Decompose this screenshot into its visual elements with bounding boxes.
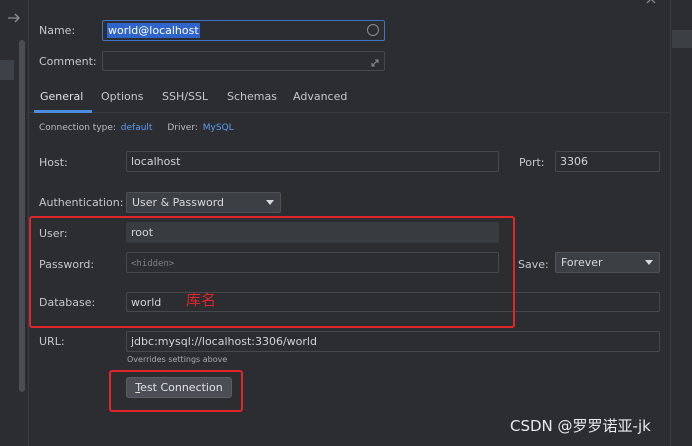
dropdown-arrow-icon	[266, 200, 274, 205]
connection-type-label: Connection type:	[39, 123, 116, 133]
tab-options[interactable]: Options	[101, 90, 143, 103]
sidebar-scrollbar[interactable]	[19, 40, 25, 392]
tab-general[interactable]: General	[34, 90, 92, 113]
watermark: CSDN @罗罗诺亚-jk	[510, 417, 651, 435]
test-connection-button[interactable]: Test Connection	[126, 377, 232, 398]
comment-field[interactable]	[102, 51, 385, 71]
port-value: 3306	[560, 155, 588, 168]
dropdown-arrow-icon	[645, 260, 653, 265]
test-connection-label: est Connection	[140, 381, 223, 394]
save-value: Forever	[561, 256, 603, 269]
tab-ssh-ssl[interactable]: SSH/SSL	[162, 90, 208, 103]
sidebar-selected-marker	[0, 60, 14, 80]
port-label: Port:	[519, 156, 545, 169]
driver-label: Driver:	[167, 123, 198, 133]
connection-info: Connection type: default Driver: MySQL	[39, 123, 234, 133]
port-field[interactable]: 3306	[555, 151, 660, 172]
authentication-value: User & Password	[132, 196, 225, 209]
left-sidebar	[0, 0, 29, 446]
name-field[interactable]: world@localhost	[102, 20, 385, 41]
authentication-label: Authentication:	[39, 196, 124, 209]
tab-active-underline	[34, 110, 92, 113]
url-field[interactable]: jdbc:mysql://localhost:3306/world	[126, 331, 660, 352]
name-value: world@localhost	[107, 23, 200, 38]
connection-type-link[interactable]: default	[121, 123, 153, 133]
tab-advanced[interactable]: Advanced	[293, 90, 347, 103]
comment-label: Comment:	[39, 55, 97, 68]
host-label: Host:	[39, 156, 68, 169]
right-edge-strip	[670, 0, 692, 446]
credentials-highlight-box	[29, 216, 515, 328]
authentication-select[interactable]: User & Password	[126, 192, 281, 213]
expand-icon[interactable]	[370, 55, 380, 67]
host-value: localhost	[131, 155, 181, 168]
url-hint: Overrides settings above	[127, 355, 228, 364]
save-select[interactable]: Forever	[555, 252, 660, 273]
url-label: URL:	[39, 335, 65, 348]
name-label: Name:	[39, 24, 76, 37]
clear-circle-icon[interactable]	[367, 24, 379, 36]
tab-bar: General Options SSH/SSL Schemas Advanced	[28, 84, 670, 113]
url-value: jdbc:mysql://localhost:3306/world	[131, 335, 317, 348]
save-label: Save:	[518, 258, 549, 271]
driver-link[interactable]: MySQL	[203, 123, 234, 133]
tab-schemas[interactable]: Schemas	[227, 90, 277, 103]
arrow-right-icon[interactable]	[7, 12, 21, 24]
right-edge-block	[672, 30, 692, 48]
close-icon[interactable]	[646, 0, 658, 7]
host-field[interactable]: localhost	[126, 151, 499, 172]
